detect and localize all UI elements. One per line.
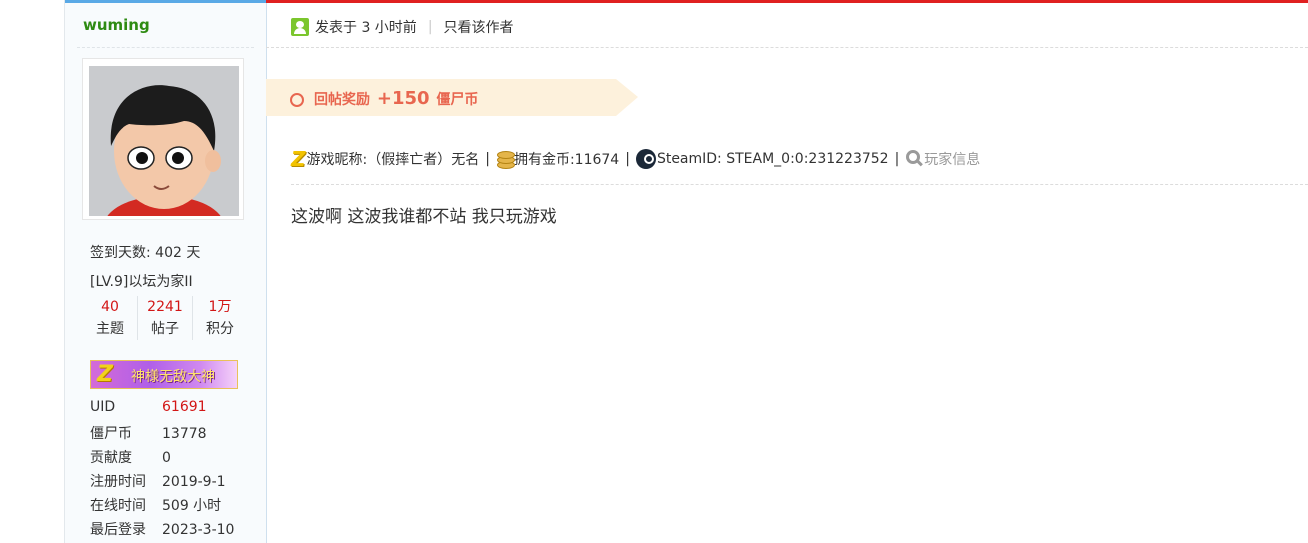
medal-badge[interactable]: Z 神様无敌大神 (90, 360, 238, 389)
profile-key: 最后登录 (90, 522, 146, 538)
profile-key: 注册时间 (90, 474, 146, 490)
stat-label: 帖子 (151, 321, 179, 337)
divider (77, 47, 254, 48)
separator: | (485, 151, 490, 167)
stat-value: 40 (101, 299, 119, 315)
stat-topics[interactable]: 40 主题 (83, 296, 138, 340)
author-stats: 40 主题 2241 帖子 1万 积分 (83, 296, 247, 340)
main-top-bar (266, 0, 1308, 3)
profile-row-uid: UID 61691 (90, 399, 207, 415)
signin-days: 签到天数: 402 天 (90, 245, 201, 261)
post-main: 发表于 3 小时前 | 只看该作者 回帖奖励 +150 僵尸币 Z 游戏昵称:（… (266, 0, 1308, 543)
separator: | (894, 151, 900, 167)
profile-key: UID (90, 399, 116, 415)
reward-amount: +150 (376, 88, 430, 109)
post-content: 这波啊 这波我谁都不站 我只玩游戏 (291, 207, 557, 227)
profile-row-online: 在线时间 509 小时 (90, 495, 221, 515)
profile-row-last-login: 最后登录 2023-3-10 (90, 519, 234, 539)
reward-text: 回帖奖励 +150 僵尸币 (314, 88, 478, 109)
player-info-link[interactable]: 玩家信息 (924, 149, 980, 169)
user-icon (291, 18, 309, 36)
only-author-link[interactable]: 只看该作者 (444, 17, 514, 37)
stat-value: 2241 (147, 299, 183, 315)
steam-icon (635, 149, 656, 169)
profile-key: 在线时间 (90, 498, 146, 514)
stat-points[interactable]: 1万 积分 (193, 296, 247, 340)
profile-row-coins: 僵尸币 13778 (90, 423, 207, 443)
reply-reward-banner: 回帖奖励 +150 僵尸币 (266, 79, 638, 116)
z-logo-icon: Z (97, 362, 113, 387)
profile-value: 0 (162, 450, 171, 466)
z-logo-icon: Z (291, 147, 306, 171)
profile-row-registered: 注册时间 2019-9-1 (90, 471, 226, 491)
divider (291, 184, 1308, 185)
reward-prefix: 回帖奖励 (314, 92, 370, 108)
profile-value: 509 小时 (162, 498, 222, 514)
profile-value[interactable]: 61691 (162, 399, 207, 415)
stat-label: 主题 (96, 321, 124, 337)
reward-unit: 僵尸币 (436, 92, 479, 108)
user-level[interactable]: [LV.9]以坛为家II (90, 271, 193, 291)
separator: | (625, 151, 630, 167)
magnifier-icon[interactable] (905, 150, 923, 168)
profile-value: 2023-3-10 (162, 522, 235, 538)
left-gutter (0, 0, 64, 543)
game-info-line: Z 游戏昵称:（假摔亡者）无名 | 拥有金币:11674 | SteamID: … (291, 147, 980, 171)
profile-value: 13778 (162, 426, 207, 442)
profile-key: 贡献度 (90, 450, 132, 466)
medal-label: 神様无敌大神 (131, 369, 215, 385)
author-username[interactable]: wuming (83, 16, 150, 34)
gold-count: 拥有金币:11674 (513, 152, 620, 168)
posted-time: 发表于 3 小时前 (315, 20, 417, 36)
author-sidebar: wuming 签到天数: 402 天 [LV.9]以坛为家II 40 主题 22… (64, 0, 267, 543)
coin-stack-icon (496, 149, 515, 169)
sidebar-top-bar (65, 0, 266, 3)
stat-label: 积分 (206, 321, 234, 337)
stat-value: 1万 (208, 299, 232, 315)
post-meta: 发表于 3 小时前 | 只看该作者 (291, 17, 514, 37)
avatar-image (89, 66, 239, 216)
profile-value: 2019-9-1 (162, 474, 226, 490)
profile-row-contribution: 贡献度 0 (90, 447, 171, 467)
profile-key: 僵尸币 (90, 426, 132, 442)
game-nickname: 游戏昵称:（假摔亡者）无名 (306, 152, 480, 168)
circle-icon (290, 93, 304, 107)
avatar[interactable] (83, 59, 243, 219)
meta-divider: | (427, 19, 433, 35)
steam-id: SteamID: STEAM_0:0:231223752 (656, 151, 889, 167)
divider (266, 47, 1308, 48)
stat-posts[interactable]: 2241 帖子 (138, 296, 193, 340)
